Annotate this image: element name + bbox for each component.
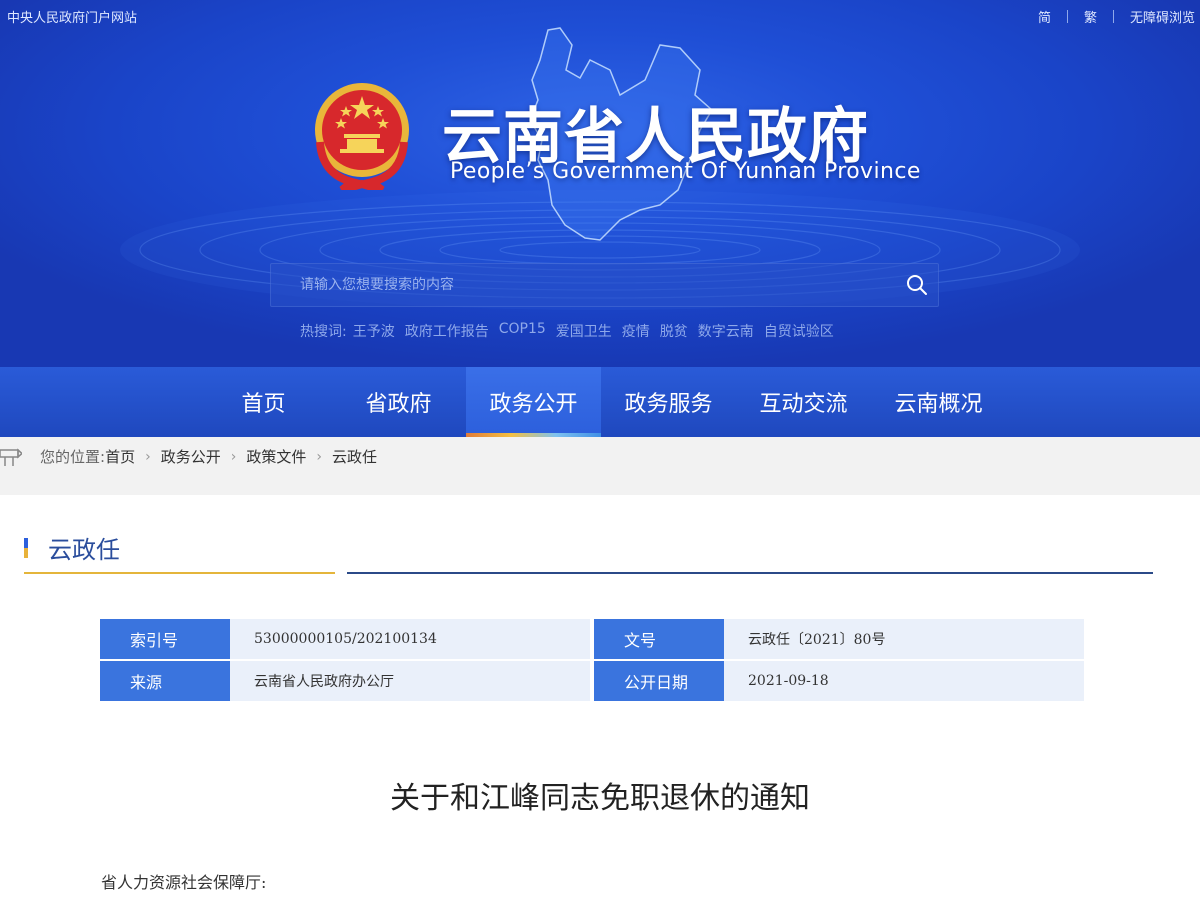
search-icon[interactable] bbox=[905, 273, 929, 297]
top-right-links: 简 繁 无障碍浏览 bbox=[1038, 7, 1195, 26]
header-banner: 中央人民政府门户网站 简 繁 无障碍浏览 云南省人民政府 People’s Go… bbox=[0, 0, 1200, 367]
source-key: 来源 bbox=[100, 661, 235, 701]
accessibility-link[interactable]: 无障碍浏览 bbox=[1130, 7, 1195, 26]
chevron-right-icon: › bbox=[230, 448, 237, 465]
section-title: 云政任 bbox=[24, 530, 120, 565]
signpost-icon bbox=[0, 447, 22, 466]
breadcrumb: 您的位置: 首页 › 政务公开 › 政策文件 › 云政任 bbox=[0, 446, 377, 467]
hot-words-label: 热搜词: bbox=[300, 324, 347, 340]
hot-words: 热搜词: 王予波 政府工作报告 COP15 爱国卫生 疫情 脱贫 数字云南 自贸… bbox=[300, 321, 844, 341]
index-value: 53000000105/202100134 bbox=[230, 619, 590, 659]
site-subtitle: People’s Government Of Yunnan Province bbox=[450, 159, 921, 184]
traditional-chinese-link[interactable]: 繁 bbox=[1084, 7, 1097, 26]
breadcrumb-home[interactable]: 首页 bbox=[105, 446, 135, 467]
section-title-text: 云政任 bbox=[48, 536, 120, 564]
hot-word-item[interactable]: 爱国卫生 bbox=[556, 321, 612, 341]
divider bbox=[1066, 10, 1068, 23]
doc-number-value: 云政任〔2021〕80号 bbox=[724, 619, 1084, 659]
hot-word-item[interactable]: 自贸试验区 bbox=[764, 321, 834, 341]
document-addressee: 省人力资源社会保障厅: bbox=[101, 873, 267, 892]
publish-date-value: 2021-09-18 bbox=[724, 661, 1084, 701]
publish-date-key: 公开日期 bbox=[594, 661, 729, 701]
document-info-table: 索引号 53000000105/202100134 文号 云政任〔2021〕80… bbox=[100, 619, 1084, 701]
breadcrumb-gov-affairs-open[interactable]: 政务公开 bbox=[161, 446, 221, 467]
doc-number-key: 文号 bbox=[594, 619, 729, 659]
nav-item-yunnan-overview[interactable]: 云南概况 bbox=[871, 367, 1006, 437]
hot-word-item[interactable]: 政府工作报告 bbox=[405, 321, 489, 341]
central-gov-portal-link[interactable]: 中央人民政府门户网站 bbox=[7, 7, 137, 26]
chevron-right-icon: › bbox=[316, 448, 322, 465]
national-emblem-icon bbox=[315, 83, 409, 190]
nav-item-interaction[interactable]: 互动交流 bbox=[736, 367, 871, 437]
hot-word-item[interactable]: COP15 bbox=[499, 321, 546, 341]
nav-item-gov-affairs-open[interactable]: 政务公开 bbox=[466, 367, 601, 437]
hot-word-item[interactable]: 脱贫 bbox=[660, 321, 688, 341]
main-nav: 首页 省政府 政务公开 政务服务 互动交流 云南概况 bbox=[0, 367, 1200, 437]
breadcrumb-label: 您的位置: bbox=[40, 448, 106, 466]
breadcrumb-policy-documents[interactable]: 政策文件 bbox=[246, 446, 306, 467]
title-accent-bar bbox=[24, 537, 28, 558]
divider bbox=[1112, 10, 1114, 23]
search-box bbox=[270, 263, 939, 307]
hot-word-item[interactable]: 数字云南 bbox=[698, 321, 754, 341]
simplified-chinese-link[interactable]: 简 bbox=[1038, 7, 1051, 26]
hot-word-item[interactable]: 疫情 bbox=[622, 321, 650, 341]
breadcrumb-bar: 您的位置: 首页 › 政务公开 › 政策文件 › 云政任 bbox=[0, 437, 1200, 495]
nav-item-home[interactable]: 首页 bbox=[196, 367, 331, 437]
title-underline-gold bbox=[24, 572, 335, 574]
nav-item-provincial-gov[interactable]: 省政府 bbox=[331, 367, 466, 437]
title-underline-blue bbox=[347, 572, 1153, 574]
document-title: 关于和江峰同志免职退休的通知 bbox=[390, 781, 810, 816]
search-input[interactable] bbox=[300, 263, 880, 307]
hot-word-item[interactable]: 王予波 bbox=[353, 321, 395, 341]
chevron-right-icon: › bbox=[145, 448, 151, 465]
index-key: 索引号 bbox=[100, 619, 235, 659]
source-value: 云南省人民政府办公厅 bbox=[230, 661, 590, 701]
nav-item-gov-services[interactable]: 政务服务 bbox=[601, 367, 736, 437]
breadcrumb-current[interactable]: 云政任 bbox=[332, 446, 377, 467]
